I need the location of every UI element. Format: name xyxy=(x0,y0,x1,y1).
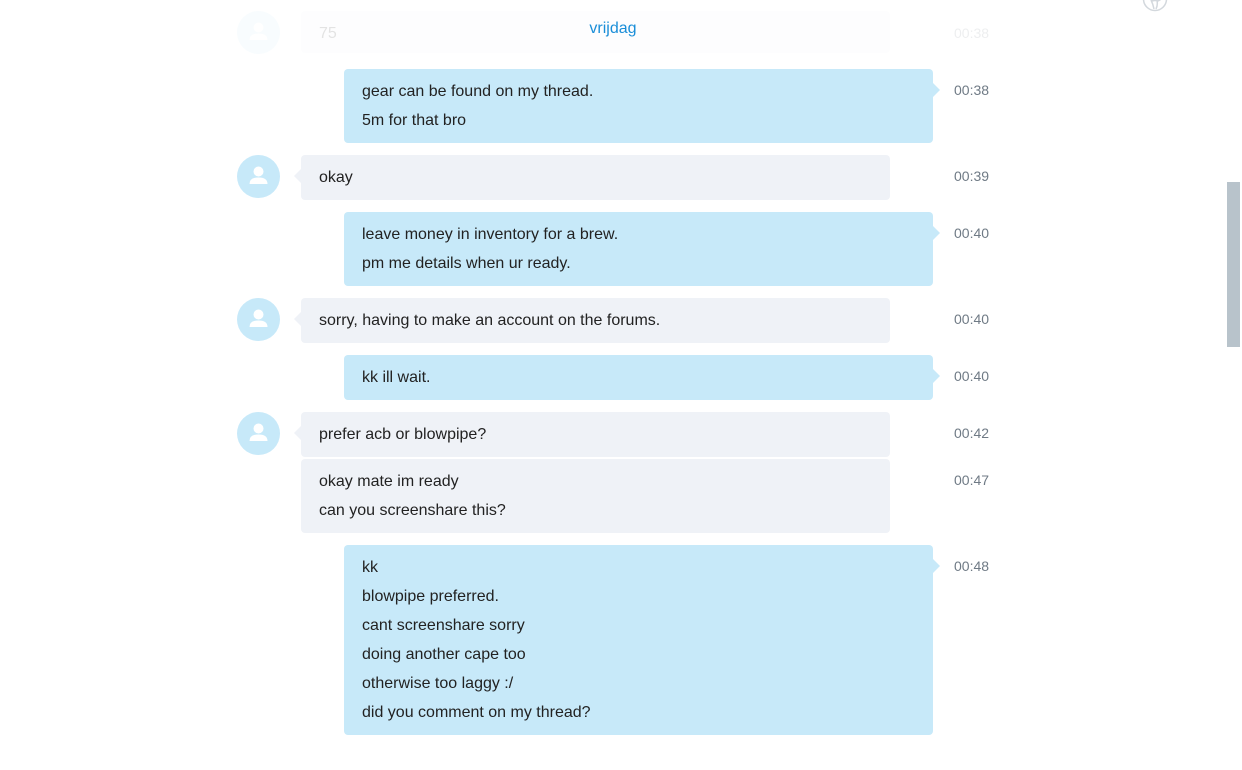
message-timestamp: 00:48 xyxy=(954,558,990,574)
contact-avatar[interactable] xyxy=(237,412,280,455)
message-text: 5m for that bro xyxy=(362,112,467,129)
message-timestamp: 00:40 xyxy=(954,311,990,327)
message-timestamp: 00:38 xyxy=(954,82,990,98)
globe-icon[interactable] xyxy=(1142,0,1168,12)
message-text: otherwise too laggy :/ xyxy=(362,675,514,692)
message-bubble-incoming[interactable]: okay mate im ready can you screenshare t… xyxy=(301,459,890,533)
message-bubble-incoming[interactable]: okay xyxy=(294,155,890,200)
message-text: okay xyxy=(319,169,353,186)
message-bubble-outgoing[interactable]: gear can be found on my thread. 5m for t… xyxy=(344,69,940,143)
message-bubble-outgoing[interactable]: leave money in inventory for a brew. pm … xyxy=(344,212,940,286)
chat-conversation: 75 00:38 vrijdag gear can be found on my… xyxy=(0,0,1242,770)
scrollbar-track[interactable] xyxy=(1226,0,1242,770)
message-bubble-incoming[interactable]: sorry, having to make an account on the … xyxy=(294,298,890,343)
contact-avatar[interactable] xyxy=(237,298,280,341)
message-bubble-outgoing[interactable]: kk ill wait. xyxy=(344,355,940,400)
scrollbar-thumb[interactable] xyxy=(1227,182,1240,347)
message-text: can you screenshare this? xyxy=(319,502,506,519)
message-timestamp: 00:42 xyxy=(954,425,990,441)
message-bubble-incoming[interactable]: prefer acb or blowpipe? xyxy=(294,412,890,457)
message-timestamp: 00:39 xyxy=(954,168,990,184)
message-text: kk xyxy=(362,559,378,576)
message-timestamp: 00:40 xyxy=(954,368,990,384)
message-text: blowpipe preferred. xyxy=(362,588,499,605)
person-icon xyxy=(249,309,268,327)
message-text: prefer acb or blowpipe? xyxy=(319,426,487,443)
message-text: doing another cape too xyxy=(362,646,526,663)
contact-avatar[interactable] xyxy=(237,155,280,198)
person-icon xyxy=(249,423,268,441)
message-text: sorry, having to make an account on the … xyxy=(319,312,661,329)
message-text: did you comment on my thread? xyxy=(362,704,591,721)
message-text: cant screenshare sorry xyxy=(362,617,525,634)
message-text: leave money in inventory for a brew. xyxy=(362,226,619,243)
message-timestamp: 00:40 xyxy=(954,225,990,241)
day-separator: vrijdag xyxy=(589,20,637,37)
message-timestamp: 00:47 xyxy=(954,472,990,488)
message-text: kk ill wait. xyxy=(362,369,431,386)
message-text: okay mate im ready xyxy=(319,473,459,490)
person-icon xyxy=(249,166,268,184)
message-text: pm me details when ur ready. xyxy=(362,255,571,272)
message-bubble-outgoing[interactable]: kk blowpipe preferred. cant screenshare … xyxy=(344,545,940,735)
message-text: gear can be found on my thread. xyxy=(362,83,594,100)
